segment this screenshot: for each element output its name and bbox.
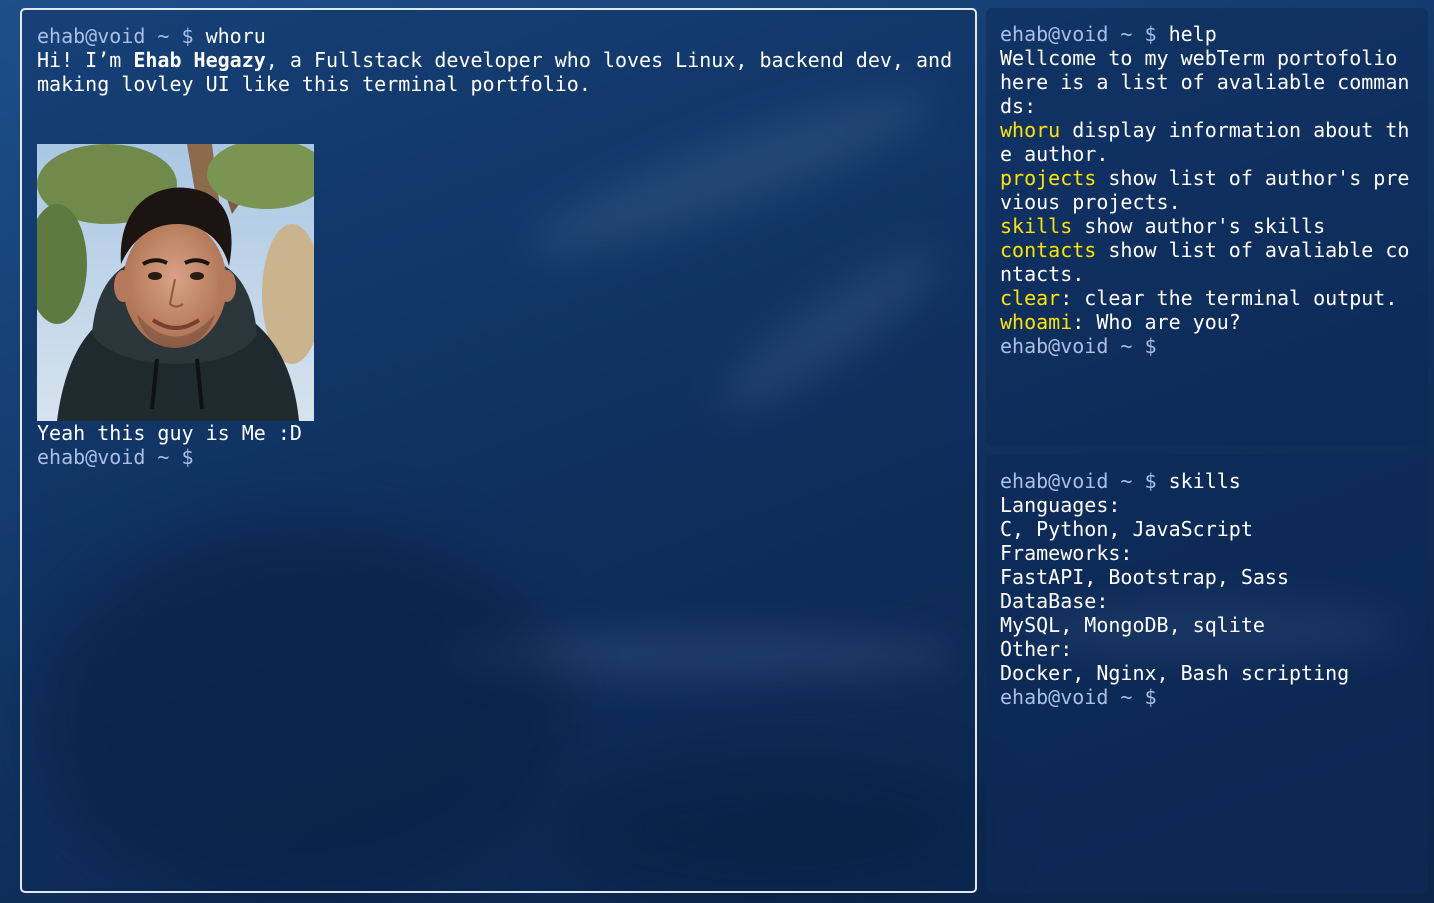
prompt: ehab@void ~ $ bbox=[1000, 685, 1157, 709]
prompt: ehab@void ~ $ bbox=[1000, 334, 1157, 358]
active-prompt-line[interactable]: ehab@void ~ $ bbox=[37, 445, 960, 469]
skills-list-other: Docker, Nginx, Bash scripting bbox=[1000, 661, 1350, 685]
help-terminal-window[interactable]: ehab@void ~ $ help Wellcome to my webTer… bbox=[986, 8, 1428, 446]
command-description: display information about the author. bbox=[1000, 118, 1410, 166]
help-item-projects: projects show list of author's previous … bbox=[1000, 166, 1414, 214]
welcome-text: Wellcome to my webTerm portofolio here i… bbox=[1000, 46, 1410, 118]
prompt: ehab@void ~ $ bbox=[1000, 22, 1157, 46]
prompt: ehab@void ~ $ bbox=[37, 445, 194, 469]
skills-heading-database: DataBase: bbox=[1000, 589, 1109, 613]
help-item-whoami: whoami: Who are you? bbox=[1000, 310, 1414, 334]
command-line: ehab@void ~ $ skills bbox=[1000, 469, 1414, 493]
skills-heading-other: Other: bbox=[1000, 637, 1073, 661]
help-item-clear: clear: clear the terminal output. bbox=[1000, 286, 1414, 310]
help-item-contacts: contacts show list of avaliable contacts… bbox=[1000, 238, 1414, 286]
avatar-icon bbox=[37, 144, 314, 421]
command-description: : clear the terminal output. bbox=[1060, 286, 1398, 310]
command-name: whoami bbox=[1000, 310, 1073, 334]
command-name: whoru bbox=[1000, 118, 1061, 142]
command-name: projects bbox=[1000, 166, 1097, 190]
author-name: Ehab Hegazy bbox=[133, 48, 266, 72]
prompt: ehab@void ~ $ bbox=[1000, 469, 1157, 493]
skills-list-database: MySQL, MongoDB, sqlite bbox=[1000, 613, 1265, 637]
photo-caption: Yeah this guy is Me :D bbox=[37, 421, 302, 445]
intro-text: Hi! I’m Ehab Hegazy, a Fullstack develop… bbox=[37, 48, 960, 96]
command-line: ehab@void ~ $ whoru bbox=[37, 24, 960, 48]
command-description: : Who are you? bbox=[1072, 310, 1241, 334]
command-line: ehab@void ~ $ help bbox=[1000, 22, 1414, 46]
command-text: help bbox=[1168, 22, 1217, 46]
command-name: contacts bbox=[1000, 238, 1097, 262]
help-item-whoru: whoru display information about the auth… bbox=[1000, 118, 1414, 166]
command-name: clear bbox=[1000, 286, 1061, 310]
command-description: show author's skills bbox=[1072, 214, 1326, 238]
active-prompt-line[interactable]: ehab@void ~ $ bbox=[1000, 685, 1414, 709]
prompt: ehab@void ~ $ bbox=[37, 24, 194, 48]
command-text: whoru bbox=[205, 24, 266, 48]
profile-photo bbox=[37, 144, 314, 421]
command-text: skills bbox=[1168, 469, 1241, 493]
active-prompt-line[interactable]: ehab@void ~ $ bbox=[1000, 334, 1414, 358]
skills-list-frameworks: FastAPI, Bootstrap, Sass bbox=[1000, 565, 1289, 589]
intro-prefix: Hi! I’m bbox=[37, 48, 134, 72]
help-item-skills: skills show author's skills bbox=[1000, 214, 1414, 238]
skills-terminal-window[interactable]: ehab@void ~ $ skills Languages: C, Pytho… bbox=[986, 455, 1428, 893]
skills-heading-languages: Languages: bbox=[1000, 493, 1121, 517]
skills-list-languages: C, Python, JavaScript bbox=[1000, 517, 1253, 541]
command-name: skills bbox=[1000, 214, 1073, 238]
main-terminal-window[interactable]: ehab@void ~ $ whoru Hi! I’m Ehab Hegazy,… bbox=[20, 8, 977, 893]
skills-heading-frameworks: Frameworks: bbox=[1000, 541, 1133, 565]
